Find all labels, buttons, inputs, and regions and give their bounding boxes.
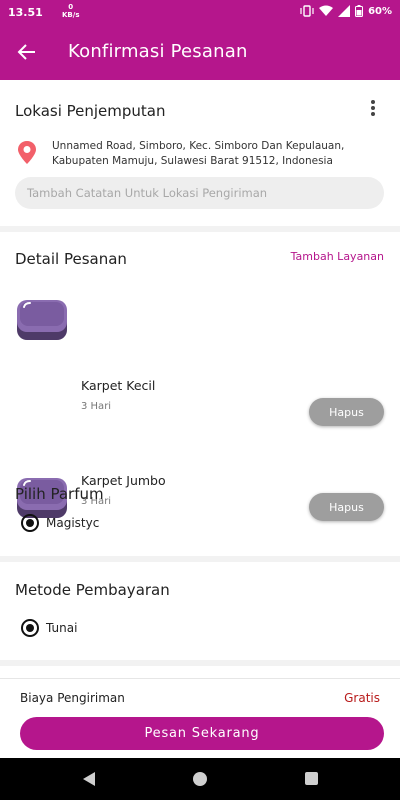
- signal-icon: [338, 5, 351, 17]
- shipping-fee-value: Gratis: [344, 691, 380, 705]
- payment-option-label[interactable]: Tunai: [46, 621, 77, 635]
- status-icons: 60%: [300, 5, 392, 17]
- content-scroll[interactable]: Lokasi Penjemputan Unnamed Road, Simboro…: [0, 80, 400, 678]
- status-bar: 13.51 0 KB/s 60%: [0, 0, 400, 26]
- location-pin-icon: [18, 141, 36, 164]
- payment-radio[interactable]: [21, 619, 39, 637]
- next-card: [0, 666, 400, 678]
- perfume-title: Pilih Parfum: [15, 485, 104, 503]
- network-speed-unit: KB/s: [62, 11, 80, 19]
- network-speed: 0 KB/s: [62, 3, 79, 19]
- status-time: 13.51: [8, 6, 43, 19]
- payment-card: Metode Pembayaran Tunai: [0, 562, 400, 660]
- pickup-title: Lokasi Penjemputan: [15, 102, 166, 120]
- page-title: Konfirmasi Pesanan: [68, 41, 248, 62]
- system-nav-bar: [0, 758, 400, 800]
- order-summary: Biaya Pengiriman Gratis Pesan Sekarang: [0, 678, 400, 758]
- app-bar: Konfirmasi Pesanan: [0, 26, 400, 80]
- order-detail-title: Detail Pesanan: [15, 250, 127, 268]
- pickup-address: Unnamed Road, Simboro, Kec. Simboro Dan …: [52, 140, 345, 167]
- add-service-link[interactable]: Tambah Layanan: [291, 250, 384, 263]
- pickup-note-input[interactable]: [15, 177, 384, 209]
- pickup-card: Lokasi Penjemputan Unnamed Road, Simboro…: [0, 80, 400, 226]
- order-now-button[interactable]: Pesan Sekarang: [20, 717, 384, 750]
- order-detail-card: Detail Pesanan Tambah Layanan Karpet Kec…: [0, 232, 400, 556]
- remove-item-button[interactable]: Hapus: [309, 493, 384, 521]
- network-speed-value: 0: [68, 3, 74, 11]
- item-duration: 3 Hari: [81, 401, 112, 412]
- carpet-icon: [17, 300, 67, 340]
- wifi-icon: [319, 5, 334, 16]
- vibrate-icon: [300, 5, 314, 17]
- nav-back-icon[interactable]: [82, 771, 96, 787]
- perfume-option-label[interactable]: Magistyc: [46, 516, 99, 530]
- item-name: Karpet Kecil: [81, 378, 156, 393]
- more-vert-icon[interactable]: [370, 100, 376, 118]
- battery-icon: [355, 5, 364, 17]
- payment-title: Metode Pembayaran: [15, 581, 170, 599]
- shipping-fee-label: Biaya Pengiriman: [20, 691, 125, 705]
- remove-item-button[interactable]: Hapus: [309, 398, 384, 426]
- arrow-left-icon[interactable]: [16, 41, 38, 63]
- nav-recent-icon[interactable]: [305, 772, 318, 785]
- battery-level: 60%: [368, 5, 392, 17]
- perfume-radio[interactable]: [21, 514, 39, 532]
- nav-home-icon[interactable]: [193, 772, 207, 786]
